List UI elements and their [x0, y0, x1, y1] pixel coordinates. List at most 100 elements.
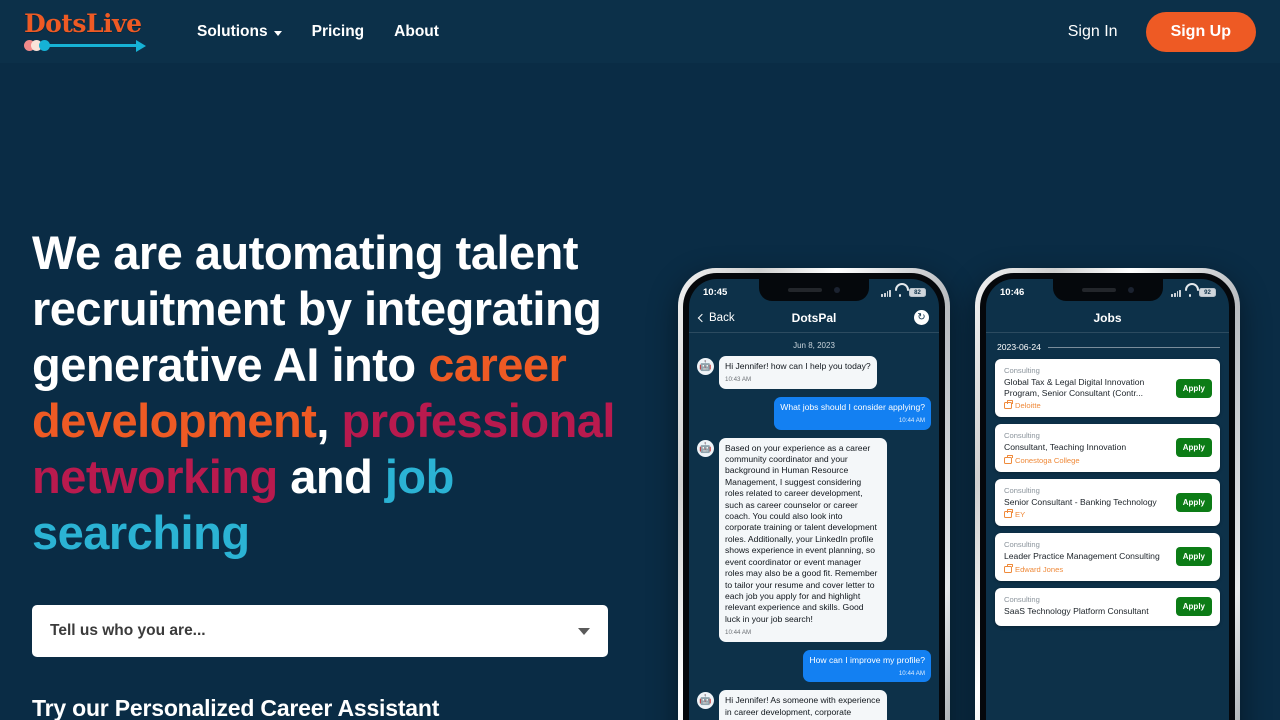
- chat-bubble-text: Hi Jennifer! As someone with experience …: [725, 695, 881, 720]
- job-category: Consulting: [1004, 485, 1040, 495]
- job-card-content: Consulting Senior Consultant - Banking T…: [1004, 485, 1170, 519]
- job-title: SaaS Technology Platform Consultant: [1004, 605, 1149, 616]
- battery-icon: 92: [1199, 288, 1216, 297]
- job-title: Senior Consultant - Banking Technology: [1004, 496, 1157, 507]
- chat-bubble-bot: Hi Jennifer! how can I help you today? 1…: [719, 356, 877, 389]
- sign-up-button[interactable]: Sign Up: [1145, 11, 1256, 52]
- chat-message-list[interactable]: Jun 8, 2023 🤖 Hi Jennifer! how can I hel…: [689, 333, 939, 720]
- job-title: Leader Practice Management Consulting: [1004, 551, 1160, 561]
- job-category: Consulting: [1004, 366, 1040, 375]
- divider-line: [1047, 346, 1220, 348]
- chevron-down-icon: [578, 627, 590, 635]
- brand-logo-arrow-icon: [24, 38, 146, 52]
- hero-headline: We are automating talent recruitment by …: [32, 225, 632, 561]
- chat-message-row: 🤖 Hi Jennifer! As someone with experienc…: [697, 690, 931, 720]
- nav-link-solutions-label: Solutions: [197, 22, 268, 40]
- briefcase-icon: [1004, 454, 1013, 464]
- status-time: 10:45: [703, 287, 728, 298]
- job-card-content: Consulting Consultant, Teaching Innovati…: [1004, 431, 1170, 465]
- job-company-label: Conestoga College: [1015, 455, 1080, 465]
- bot-avatar-icon: 🤖: [697, 358, 714, 375]
- brand-logo[interactable]: DotsLive: [24, 9, 146, 52]
- back-button[interactable]: Back: [697, 311, 735, 324]
- apply-button[interactable]: Apply: [1175, 597, 1212, 617]
- chat-bubble-time: 10:44 AM: [898, 417, 925, 425]
- chat-message-row: What jobs should I consider applying? 10…: [697, 396, 931, 430]
- chat-bubble-text: Based on your experience as a career com…: [725, 442, 878, 624]
- role-select-dropdown[interactable]: Tell us who you are...: [32, 605, 608, 657]
- chat-bubble-time: 10:44 AM: [898, 669, 925, 677]
- sign-in-link[interactable]: Sign In: [1062, 19, 1124, 45]
- wifi-icon: [1185, 289, 1195, 297]
- job-card[interactable]: Consulting SaaS Technology Platform Cons…: [995, 587, 1220, 626]
- job-card[interactable]: Consulting Senior Consultant - Banking T…: [995, 478, 1220, 526]
- cellular-signal-icon: [881, 289, 891, 297]
- logo-arrow-head: [136, 39, 146, 52]
- nav-link-about[interactable]: About: [394, 23, 439, 41]
- nav-link-solutions[interactable]: Solutions: [197, 23, 282, 41]
- job-company: EY: [1004, 509, 1170, 519]
- chat-bubble-time: 10:43 AM: [725, 376, 752, 384]
- jobs-date-divider: 2023-06-24: [997, 342, 1220, 352]
- job-card[interactable]: Consulting Leader Practice Management Co…: [995, 533, 1220, 581]
- job-card-content: Consulting Leader Practice Management Co…: [1004, 540, 1170, 574]
- status-bar: 10:46 92: [986, 279, 1229, 303]
- jobs-date-label: 2023-06-24: [997, 342, 1041, 352]
- phone-bezel: 10:45 82 Back DotsPal ↻ Jun 8, 2023 🤖 Hi…: [683, 273, 945, 720]
- job-card-content: Consulting SaaS Technology Platform Cons…: [1004, 595, 1170, 620]
- chat-message-row: 🤖 Based on your experience as a career c…: [697, 437, 931, 642]
- bot-avatar-icon: 🤖: [697, 439, 714, 457]
- chat-bubble-time: 10:44 AM: [725, 629, 752, 637]
- job-company-label: EY: [1015, 510, 1026, 519]
- job-category: Consulting: [1004, 540, 1040, 549]
- chat-bubble-text: How can I improve my profile?: [809, 654, 925, 665]
- cellular-signal-icon: [1171, 289, 1181, 297]
- job-company: Edward Jones: [1004, 563, 1170, 574]
- job-company: Conestoga College: [1004, 454, 1170, 465]
- briefcase-icon: [1004, 563, 1013, 573]
- job-category: Consulting: [1004, 594, 1040, 604]
- job-card[interactable]: Consulting Consultant, Teaching Innovati…: [995, 424, 1220, 472]
- back-button-label: Back: [709, 311, 735, 324]
- jobs-list[interactable]: 2023-06-24 Consulting Global Tax & Legal…: [986, 333, 1229, 626]
- phone-mockup-jobs: 10:46 92 Jobs 2023-06-24 Consulting Glob…: [975, 268, 1240, 720]
- phone-mockup-chat: 10:45 82 Back DotsPal ↻ Jun 8, 2023 🤖 Hi…: [678, 268, 950, 720]
- brand-logo-text: DotsLive: [24, 9, 142, 38]
- landing-page: DotsLive Solutions Pricing About Sign In…: [0, 0, 1280, 720]
- chat-message-row: 🤖 Hi Jennifer! how can I help you today?…: [697, 356, 931, 389]
- job-title: Consultant, Teaching Innovation: [1004, 442, 1127, 452]
- apply-button[interactable]: Apply: [1175, 438, 1212, 458]
- apply-button[interactable]: Apply: [1175, 492, 1212, 512]
- jobs-title: Jobs: [1093, 310, 1122, 325]
- nav-link-about-label: About: [394, 22, 439, 40]
- job-card[interactable]: Consulting Global Tax & Legal Digital In…: [995, 359, 1220, 417]
- hero-section: We are automating talent recruitment by …: [32, 225, 632, 561]
- job-card-content: Consulting Global Tax & Legal Digital In…: [1004, 366, 1170, 410]
- role-select-placeholder: Tell us who you are...: [50, 622, 206, 639]
- status-indicators: 82: [881, 288, 926, 297]
- apply-button[interactable]: Apply: [1175, 547, 1212, 567]
- phone-screen-jobs: 10:46 92 Jobs 2023-06-24 Consulting Glob…: [986, 279, 1229, 720]
- headline-part-and: and: [277, 450, 385, 503]
- briefcase-icon: [1004, 509, 1013, 518]
- refresh-icon[interactable]: ↻: [914, 310, 929, 325]
- chat-bubble-bot: Based on your experience as a career com…: [719, 437, 887, 642]
- chevron-left-icon: [697, 313, 707, 322]
- nav-auth-actions: Sign In Sign Up: [1062, 11, 1256, 52]
- apply-button[interactable]: Apply: [1175, 378, 1212, 398]
- job-company-label: Deloitte: [1015, 401, 1041, 410]
- briefcase-icon: [1004, 400, 1013, 409]
- job-company: Deloitte: [1004, 400, 1170, 410]
- nav-links: Solutions Pricing About: [197, 23, 439, 41]
- wifi-icon: [895, 289, 905, 297]
- nav-link-pricing[interactable]: Pricing: [312, 23, 365, 41]
- headline-part-comma: ,: [316, 394, 342, 447]
- chat-bubble-text: Hi Jennifer! how can I help you today?: [725, 361, 871, 371]
- chat-bubble-text: What jobs should I consider applying?: [780, 401, 925, 412]
- bot-avatar-icon: 🤖: [697, 692, 714, 710]
- chat-date-label: Jun 8, 2023: [793, 341, 835, 350]
- job-company-label: Edward Jones: [1015, 564, 1064, 574]
- chat-header: Back DotsPal ↻: [689, 303, 939, 332]
- phone-screen-chat: 10:45 82 Back DotsPal ↻ Jun 8, 2023 🤖 Hi…: [689, 279, 939, 720]
- chat-bubble-bot: Hi Jennifer! As someone with experience …: [719, 690, 887, 720]
